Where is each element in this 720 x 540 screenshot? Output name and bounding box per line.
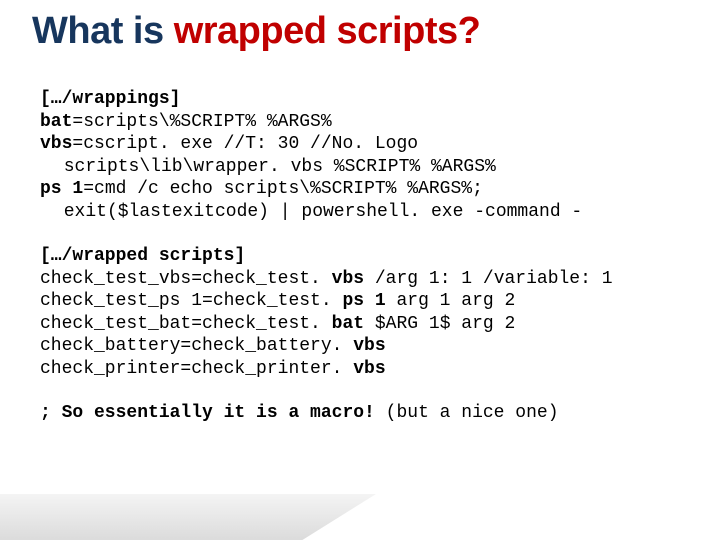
wrappings-line-bat: bat=scripts\%SCRIPT% %ARGS% bbox=[40, 111, 680, 134]
val-vbs: =cscript. exe //T: 30 //No. Logo bbox=[72, 134, 418, 154]
title-accent: wrapped scripts? bbox=[174, 10, 481, 52]
wrapped-scripts-block: […/wrapped scripts] check_test_vbs=check… bbox=[40, 245, 680, 380]
wrappings-section-header: […/wrappings] bbox=[40, 88, 680, 111]
val-bat: =scripts\%SCRIPT% %ARGS% bbox=[72, 112, 331, 132]
wrapped-line-battery: check_battery=check_battery. vbs bbox=[40, 335, 680, 358]
args: arg 1 arg 2 bbox=[386, 291, 516, 311]
key-bat: bat bbox=[40, 112, 72, 132]
key-ps1: ps 1 bbox=[40, 179, 83, 199]
wrappings-line-ps1: ps 1=cmd /c echo scripts\%SCRIPT% %ARGS%… bbox=[40, 178, 680, 223]
val-ps1: =cmd /c echo scripts\%SCRIPT% %ARGS%; bbox=[83, 179, 483, 199]
lhs: check_test_bat=check_test. bbox=[40, 314, 321, 334]
val-vbs-cont: scripts\lib\wrapper. vbs %SCRIPT% %ARGS% bbox=[40, 156, 680, 179]
lhs: check_test_vbs=check_test. bbox=[40, 269, 321, 289]
wrappings-block: […/wrappings] bat=scripts\%SCRIPT% %ARGS… bbox=[40, 88, 680, 223]
slide-body: […/wrappings] bat=scripts\%SCRIPT% %ARGS… bbox=[40, 88, 680, 425]
ext-ps1: ps 1 bbox=[332, 291, 386, 311]
title-prefix: What is bbox=[32, 10, 174, 52]
wrapped-line-bat: check_test_bat=check_test. bat $ARG 1$ a… bbox=[40, 313, 680, 336]
args: $ARG 1$ arg 2 bbox=[364, 314, 515, 334]
ext-vbs: vbs bbox=[321, 269, 364, 289]
footer-aside: (but a nice one) bbox=[375, 403, 559, 423]
ext-vbs: vbs bbox=[342, 359, 385, 379]
lhs: check_battery=check_battery. bbox=[40, 336, 342, 356]
ext-bat: bat bbox=[321, 314, 364, 334]
wrappings-line-vbs: vbs=cscript. exe //T: 30 //No. Logo scri… bbox=[40, 133, 680, 178]
slide-title: What is wrapped scripts? bbox=[32, 10, 480, 53]
footer-comment: ; So essentially it is a macro! bbox=[40, 403, 375, 423]
args: /arg 1: 1 /variable: 1 bbox=[364, 269, 612, 289]
wrapped-line-vbs: check_test_vbs=check_test. vbs /arg 1: 1… bbox=[40, 268, 680, 291]
ext-vbs: vbs bbox=[342, 336, 385, 356]
lhs: check_printer=check_printer. bbox=[40, 359, 342, 379]
key-vbs: vbs bbox=[40, 134, 72, 154]
wrapped-line-printer: check_printer=check_printer. vbs bbox=[40, 358, 680, 381]
slide: What is wrapped scripts? […/wrappings] b… bbox=[0, 0, 720, 540]
wrapped-line-ps1: check_test_ps 1=check_test. ps 1 arg 1 a… bbox=[40, 290, 680, 313]
lhs: check_test_ps 1=check_test. bbox=[40, 291, 332, 311]
decorative-wedge bbox=[0, 494, 376, 540]
footer-line: ; So essentially it is a macro! (but a n… bbox=[40, 402, 680, 425]
wrapped-section-header: […/wrapped scripts] bbox=[40, 245, 680, 268]
val-ps1-cont: exit($lastexitcode) | powershell. exe -c… bbox=[40, 201, 680, 224]
